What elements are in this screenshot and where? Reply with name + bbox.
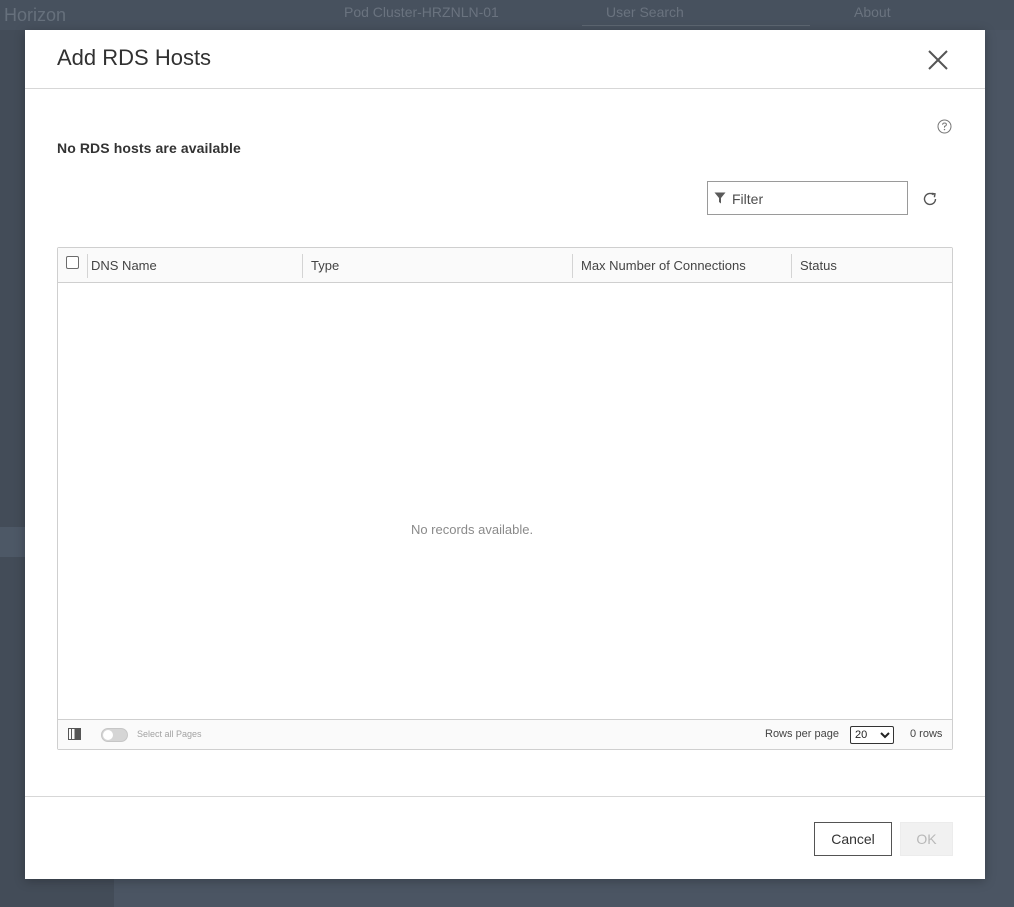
rows-per-page-label: Rows per page [765, 728, 839, 740]
filter-input[interactable] [732, 188, 902, 209]
select-all-pages-toggle[interactable] [101, 728, 128, 742]
dialog-header: Add RDS Hosts [25, 30, 985, 89]
column-toggle-icon[interactable] [68, 728, 81, 740]
app-logo: Horizon [4, 5, 67, 25]
about-link: About [854, 4, 891, 20]
help-icon[interactable] [937, 119, 952, 134]
row-count: 0 rows [910, 728, 943, 740]
table-body: No records available. [58, 284, 952, 719]
column-header-type[interactable]: Type [303, 248, 573, 283]
rds-hosts-table: DNS Name Type Max Number of Connections … [57, 247, 953, 750]
add-rds-hosts-dialog: Add RDS Hosts No RDS hosts are available [25, 30, 985, 879]
select-all-checkbox[interactable] [66, 256, 79, 269]
app-header: Horizon Pod Cluster-HRZNLN-01 User Searc… [0, 0, 1014, 30]
dialog-title: Add RDS Hosts [57, 45, 212, 70]
ok-button[interactable]: OK [900, 822, 953, 856]
toggle-knob [103, 730, 113, 740]
filter-field[interactable] [707, 181, 908, 215]
no-hosts-message: No RDS hosts are available [57, 140, 241, 156]
filter-icon [714, 192, 726, 204]
close-button[interactable] [924, 46, 952, 74]
table-header: DNS Name Type Max Number of Connections … [58, 248, 952, 283]
column-header-max-connections[interactable]: Max Number of Connections [573, 248, 791, 283]
refresh-button[interactable] [921, 190, 939, 208]
select-all-pages-label: Select all Pages [137, 729, 202, 739]
rows-per-page-select[interactable]: 20 [850, 726, 894, 744]
dialog-footer: Cancel OK [25, 796, 985, 879]
column-header-status[interactable]: Status [792, 248, 952, 283]
cancel-button[interactable]: Cancel [814, 822, 892, 856]
column-header-dns-name[interactable]: DNS Name [83, 248, 303, 283]
table-footer: Select all Pages Rows per page 20 0 rows [58, 719, 952, 749]
pod-name: Pod Cluster-HRZNLN-01 [344, 4, 499, 20]
empty-table-message: No records available. [410, 522, 534, 537]
refresh-icon [923, 192, 937, 206]
close-icon [928, 50, 948, 70]
user-search-input: User Search [582, 2, 810, 26]
